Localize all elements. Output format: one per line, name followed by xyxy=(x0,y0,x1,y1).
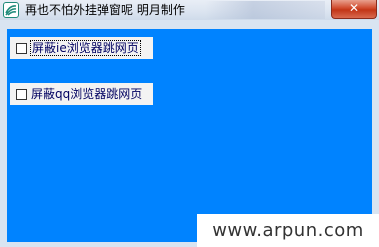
close-button[interactable]: ✕ xyxy=(331,0,377,19)
block-qq-option[interactable]: 屏蔽qq浏览器跳网页 xyxy=(10,83,153,105)
window-title: 再也不怕外挂弹窗呢 明月制作 xyxy=(25,3,185,17)
block-qq-checkbox[interactable] xyxy=(16,88,27,100)
client-area: 屏蔽ie浏览器跳网页 屏蔽qq浏览器跳网页 xyxy=(7,29,372,242)
block-qq-label[interactable]: 屏蔽qq浏览器跳网页 xyxy=(31,87,142,101)
title-bar-blur xyxy=(205,1,325,19)
block-ie-label[interactable]: 屏蔽ie浏览器跳网页 xyxy=(30,40,141,56)
close-icon: ✕ xyxy=(348,1,360,15)
app-window: 再也不怕外挂弹窗呢 明月制作 ✕ 屏蔽ie浏览器跳网页 屏蔽qq浏览器跳网页 w… xyxy=(0,0,379,247)
title-bar[interactable]: 再也不怕外挂弹窗呢 明月制作 ✕ xyxy=(0,0,379,20)
app-icon[interactable] xyxy=(3,2,19,18)
block-ie-checkbox[interactable] xyxy=(16,42,27,54)
site-watermark: www.arpun.com xyxy=(197,214,379,247)
block-ie-option[interactable]: 屏蔽ie浏览器跳网页 xyxy=(10,37,153,59)
